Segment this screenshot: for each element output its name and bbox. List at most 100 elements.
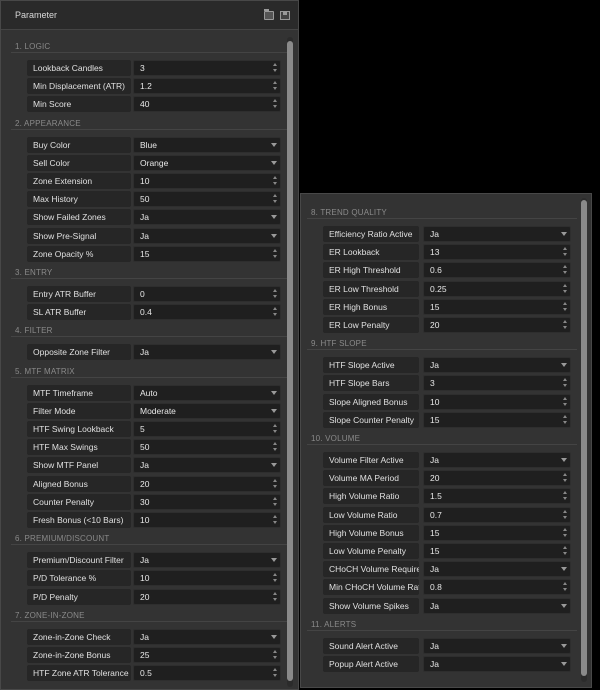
spinner-arrows-icon[interactable]: [273, 573, 278, 583]
param-input[interactable]: 20: [133, 475, 281, 492]
param-input[interactable]: 30: [133, 493, 281, 510]
param-select[interactable]: Ja: [423, 226, 571, 242]
chevron-down-icon[interactable]: [561, 232, 567, 236]
spinner-arrows-icon[interactable]: [563, 527, 568, 538]
param-input[interactable]: 10: [133, 570, 281, 587]
param-select[interactable]: Ja: [423, 656, 571, 672]
param-select[interactable]: Ja: [133, 344, 281, 361]
spinner-arrows-icon[interactable]: [273, 99, 278, 109]
spinner-arrows-icon[interactable]: [563, 414, 568, 425]
param-input[interactable]: 15: [133, 245, 281, 262]
chevron-down-icon[interactable]: [271, 390, 277, 395]
param-input[interactable]: 1.2: [133, 78, 281, 95]
spinner-arrows-icon[interactable]: [273, 515, 278, 525]
param-input[interactable]: 20: [423, 317, 571, 333]
spinner-arrows-icon[interactable]: [563, 396, 568, 407]
open-folder-icon[interactable]: [264, 8, 274, 20]
param-input[interactable]: 5: [133, 421, 281, 437]
param-input[interactable]: 10: [133, 512, 281, 528]
param-input[interactable]: 20: [423, 470, 571, 487]
chevron-down-icon[interactable]: [271, 463, 277, 468]
param-select[interactable]: Ja: [423, 452, 571, 468]
param-input[interactable]: 50: [133, 191, 281, 208]
param-input[interactable]: 40: [133, 96, 281, 113]
scrollbar-right[interactable]: [581, 198, 587, 682]
spinner-arrows-icon[interactable]: [273, 176, 278, 186]
spinner-arrows-icon[interactable]: [563, 491, 568, 501]
param-input[interactable]: 25: [133, 647, 281, 663]
param-input[interactable]: 15: [423, 298, 571, 315]
param-input[interactable]: 13: [423, 244, 571, 261]
param-select[interactable]: Ja: [133, 457, 281, 474]
param-input[interactable]: 10: [423, 393, 571, 410]
param-select[interactable]: Auto: [133, 384, 281, 401]
spinner-arrows-icon[interactable]: [563, 473, 568, 483]
spinner-arrows-icon[interactable]: [273, 650, 278, 660]
spinner-arrows-icon[interactable]: [273, 496, 278, 507]
param-select[interactable]: Ja: [423, 597, 571, 614]
spinner-arrows-icon[interactable]: [563, 582, 568, 592]
param-input[interactable]: 0.8: [423, 579, 571, 596]
spinner-arrows-icon[interactable]: [563, 265, 568, 275]
scrollbar-thumb[interactable]: [287, 41, 293, 681]
param-select[interactable]: Ja: [423, 561, 571, 578]
param-select[interactable]: Ja: [133, 209, 281, 226]
spinner-arrows-icon[interactable]: [273, 478, 278, 489]
param-input[interactable]: 0.7: [423, 506, 571, 523]
spinner-arrows-icon[interactable]: [273, 248, 278, 259]
spinner-arrows-icon[interactable]: [273, 668, 278, 678]
spinner-arrows-icon[interactable]: [563, 301, 568, 312]
spinner-arrows-icon[interactable]: [563, 247, 568, 257]
spinner-arrows-icon[interactable]: [273, 63, 278, 73]
chevron-down-icon[interactable]: [271, 233, 277, 238]
chevron-down-icon[interactable]: [271, 142, 277, 147]
spinner-arrows-icon[interactable]: [273, 307, 278, 317]
spinner-arrows-icon[interactable]: [563, 283, 568, 294]
param-input[interactable]: 20: [133, 588, 281, 605]
spinner-arrows-icon[interactable]: [563, 378, 568, 388]
spinner-arrows-icon[interactable]: [563, 320, 568, 330]
chevron-down-icon[interactable]: [561, 662, 567, 666]
save-icon[interactable]: [280, 10, 290, 20]
param-select[interactable]: Orange: [133, 154, 281, 171]
param-input[interactable]: 50: [133, 439, 281, 456]
spinner-arrows-icon[interactable]: [563, 509, 568, 520]
spinner-arrows-icon[interactable]: [563, 546, 568, 556]
chevron-down-icon[interactable]: [561, 603, 567, 608]
param-input[interactable]: 3: [133, 60, 281, 76]
spinner-arrows-icon[interactable]: [273, 591, 278, 602]
chevron-down-icon[interactable]: [561, 363, 567, 368]
chevron-down-icon[interactable]: [561, 643, 567, 648]
param-select[interactable]: Ja: [423, 637, 571, 654]
chevron-down-icon[interactable]: [271, 558, 277, 563]
spinner-arrows-icon[interactable]: [273, 194, 278, 204]
param-input[interactable]: 3: [423, 375, 571, 392]
param-input[interactable]: 0.4: [133, 304, 281, 321]
param-input[interactable]: 0.6: [423, 262, 571, 279]
chevron-down-icon[interactable]: [271, 350, 277, 355]
param-select[interactable]: Ja: [133, 628, 281, 645]
spinner-arrows-icon[interactable]: [273, 424, 278, 434]
spinner-arrows-icon[interactable]: [273, 442, 278, 452]
param-select[interactable]: Ja: [423, 357, 571, 374]
scrollbar[interactable]: [287, 37, 293, 687]
chevron-down-icon[interactable]: [561, 458, 567, 462]
spinner-arrows-icon[interactable]: [273, 81, 278, 91]
chevron-down-icon[interactable]: [561, 567, 567, 572]
chevron-down-icon[interactable]: [271, 634, 277, 639]
param-input[interactable]: 1.5: [423, 488, 571, 505]
scrollbar-thumb-right[interactable]: [581, 200, 587, 676]
param-select[interactable]: Ja: [133, 227, 281, 244]
param-input[interactable]: 15: [423, 543, 571, 559]
param-input[interactable]: 15: [423, 411, 571, 428]
chevron-down-icon[interactable]: [271, 160, 277, 165]
chevron-down-icon[interactable]: [271, 215, 277, 220]
spinner-arrows-icon[interactable]: [273, 289, 278, 299]
param-input[interactable]: 0: [133, 286, 281, 302]
param-select[interactable]: Ja: [133, 552, 281, 569]
chevron-down-icon[interactable]: [271, 408, 277, 413]
param-select[interactable]: Blue: [133, 136, 281, 153]
param-input[interactable]: 10: [133, 173, 281, 189]
param-input[interactable]: 0.5: [133, 665, 281, 682]
param-select[interactable]: Moderate: [133, 402, 281, 419]
